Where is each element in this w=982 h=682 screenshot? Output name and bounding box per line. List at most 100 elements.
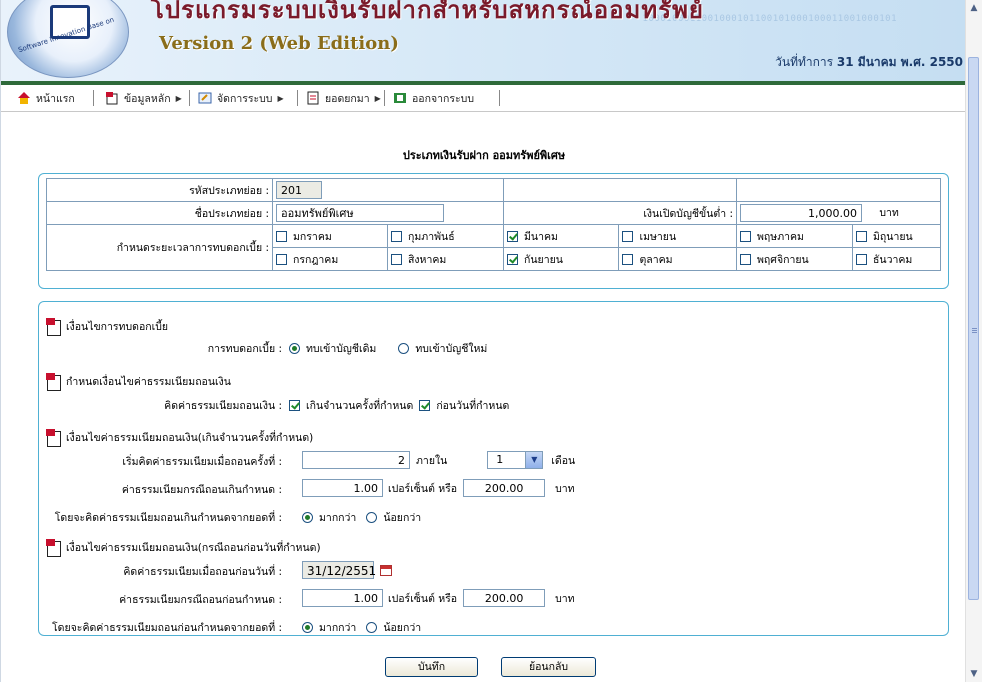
scroll-up-icon[interactable]: ▲ [966, 0, 982, 16]
month-label: กุมภาพันธ์ [408, 230, 455, 243]
month-jul[interactable]: กรกฎาคม [272, 247, 388, 271]
menu-item-system-label: จัดการระบบ [217, 92, 273, 105]
month-dec[interactable]: ธันวาคม [852, 247, 941, 271]
month-unit-label: เดือน [551, 454, 576, 467]
menu-item-home[interactable]: หน้าแรก [17, 89, 75, 107]
fee-before-date-checkbox[interactable] [419, 400, 431, 411]
chevron-down-icon[interactable]: ▼ [525, 452, 543, 468]
interest-same-account-radio[interactable] [289, 343, 300, 354]
over-section-title: เงื่อนไขค่าธรรมเนียมถอนเงิน(เกินจำนวนครั… [66, 431, 314, 444]
early-date-row: 31/12/2551 [302, 561, 392, 579]
fee-section-title: กำหนดเงื่อนไขค่าธรรมเนียมถอนเงิน [66, 375, 231, 388]
month-sep[interactable]: กันยายน [502, 247, 620, 271]
interest-new-account-radio[interactable] [398, 343, 410, 354]
vertical-scrollbar[interactable]: ▲ ▼ [965, 0, 982, 682]
month-oct[interactable]: ตุลาคม [618, 247, 737, 271]
month-checkbox[interactable] [856, 254, 867, 265]
within-month-select[interactable]: 1 ▼ [487, 451, 544, 469]
home-icon [18, 92, 30, 104]
early-fee-percent-input[interactable]: 1.00 [302, 589, 383, 607]
month-checkbox[interactable] [740, 254, 751, 265]
early-fee-row: 1.00 เปอร์เซ็นต์ หรือ 200.00 บาท [302, 589, 575, 607]
info-panel: รหัสประเภทย่อย : 201 ชื่อประเภทย่อย : ออ… [38, 173, 949, 289]
month-label: ธันวาคม [873, 253, 913, 266]
app-version: Version 2 (Web Edition) [159, 33, 399, 54]
month-checkbox[interactable] [276, 254, 287, 265]
menu-item-master-data[interactable]: ข้อมูลหลัก ▶ [105, 89, 182, 107]
month-aug[interactable]: สิงหาคม [387, 247, 504, 271]
month-label: พฤศจิกายน [757, 253, 809, 266]
interest-label: การทบดอกเบี้ย : [207, 343, 282, 355]
month-apr[interactable]: เมษายน [618, 224, 737, 248]
over-start-input[interactable]: 2 [302, 451, 410, 469]
submenu-arrow-icon: ▶ [277, 93, 284, 103]
menu-item-master-data-label: ข้อมูลหลัก [124, 92, 171, 105]
early-date-input[interactable]: 31/12/2551 [302, 561, 376, 579]
fee-section-header: กำหนดเงื่อนไขค่าธรรมเนียมถอนเงิน [46, 370, 231, 392]
name-cell: ออมทรัพย์พิเศษ [272, 201, 504, 225]
month-label: มกราคม [293, 230, 332, 243]
month-label: มีนาคม [524, 230, 558, 243]
over-calc-more-radio[interactable] [302, 512, 313, 523]
folder-icon [106, 92, 118, 105]
over-start-label: เริ่มคิดค่าธรรมเนียมเมื่อถอนครั้งที่ : [122, 456, 282, 468]
submenu-arrow-icon: ▶ [175, 93, 182, 103]
menu-item-system[interactable]: จัดการระบบ ▶ [198, 89, 284, 107]
month-jan[interactable]: มกราคม [272, 224, 388, 248]
month-checkbox[interactable] [740, 231, 751, 242]
scroll-thumb[interactable] [968, 57, 979, 600]
code-cell: 201 [272, 178, 504, 202]
early-fee-baht-input[interactable]: 200.00 [463, 589, 546, 607]
month-checkbox[interactable] [276, 231, 287, 242]
menu-separator [499, 90, 500, 106]
header-banner: Software Innovation Base on 100010001100… [1, 0, 967, 85]
month-checkbox[interactable] [622, 254, 634, 265]
min-cell: 1,000.00 บาท [736, 201, 941, 225]
over-fee-percent-input[interactable]: 1.00 [302, 479, 383, 497]
month-checkbox[interactable] [622, 231, 634, 242]
note-icon [46, 373, 61, 391]
month-may[interactable]: พฤษภาคม [736, 224, 853, 248]
over-calc-less-radio[interactable] [366, 512, 378, 523]
over-calc-less-label: น้อยกว่า [383, 512, 422, 524]
empty-cell [736, 178, 941, 202]
menu-item-opening-balance[interactable]: ยอดยกมา ▶ [306, 89, 381, 107]
interest-new-account-label: ทบเข้าบัญชีใหม่ [415, 343, 488, 355]
name-label: ชื่อประเภทย่อย : [46, 201, 273, 225]
note-icon [46, 429, 61, 447]
document-icon [307, 91, 319, 105]
month-mar[interactable]: มีนาคม [502, 224, 620, 248]
month-label: สิงหาคม [408, 253, 447, 266]
min-deposit-input[interactable]: 1,000.00 [740, 204, 862, 222]
fee-over-count-checkbox[interactable] [289, 400, 300, 411]
interest-options: ทบเข้าบัญชีเดิม ทบเข้าบัญชีใหม่ [289, 340, 487, 357]
over-fee-baht-input[interactable]: 200.00 [463, 479, 546, 497]
menu-item-logout[interactable]: ออกจากระบบ [393, 89, 474, 107]
early-calc-less-radio[interactable] [366, 622, 378, 633]
within-label: ภายใน [416, 454, 448, 467]
menu-item-opening-balance-label: ยอดยกมา [325, 92, 370, 105]
month-checkbox[interactable] [391, 231, 402, 242]
min-unit: บาท [879, 207, 899, 219]
scroll-down-icon[interactable]: ▼ [966, 666, 982, 682]
menu-separator [93, 90, 94, 106]
month-feb[interactable]: กุมภาพันธ์ [387, 224, 504, 248]
name-input[interactable]: ออมทรัพย์พิเศษ [276, 204, 444, 222]
month-checkbox[interactable] [856, 231, 867, 242]
interest-same-account-label: ทบเข้าบัญชีเดิม [306, 343, 377, 355]
fee-label: คิดค่าธรรมเนียมถอนเงิน : [164, 400, 282, 412]
month-nov[interactable]: พฤศจิกายน [736, 247, 853, 271]
save-button[interactable]: บันทึก [385, 657, 478, 677]
back-button[interactable]: ย้อนกลับ [501, 657, 596, 677]
code-input[interactable]: 201 [276, 181, 322, 199]
early-calc-label: โดยจะคิดค่าธรรมเนียมถอนก่อนกำหนดจากยอดที… [52, 622, 282, 634]
early-calc-more-label: มากกว่า [319, 622, 357, 634]
empty-cell [503, 178, 737, 202]
month-checkbox[interactable] [391, 254, 402, 265]
month-checkbox[interactable] [507, 254, 518, 265]
calendar-icon[interactable] [380, 564, 392, 576]
early-calc-more-radio[interactable] [302, 622, 313, 633]
month-checkbox[interactable] [507, 231, 518, 242]
menu-item-home-label: หน้าแรก [36, 92, 75, 105]
month-jun[interactable]: มิถุนายน [852, 224, 941, 248]
